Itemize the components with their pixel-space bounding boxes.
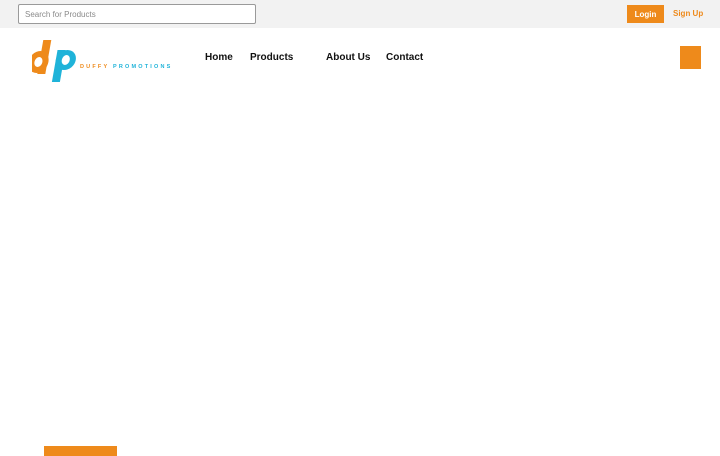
brand-logo[interactable]: DUFFY PROMOTIONS xyxy=(32,36,172,82)
search-input[interactable] xyxy=(18,4,256,24)
site-header: DUFFY PROMOTIONS Home Products About Us … xyxy=(0,28,720,88)
nav-home[interactable]: Home xyxy=(205,52,233,63)
hamburger-menu-icon[interactable] xyxy=(680,46,701,69)
top-bar: Login Sign Up xyxy=(0,0,720,28)
nav-products[interactable]: Products xyxy=(250,52,293,63)
logo-mark xyxy=(32,40,76,82)
logo-tagline: DUFFY PROMOTIONS xyxy=(80,64,173,70)
signup-link[interactable]: Sign Up xyxy=(673,9,703,18)
login-button[interactable]: Login xyxy=(627,5,664,23)
hero-cta-button[interactable] xyxy=(44,446,117,456)
nav-contact[interactable]: Contact xyxy=(386,52,423,63)
nav-about-us[interactable]: About Us xyxy=(326,52,370,63)
